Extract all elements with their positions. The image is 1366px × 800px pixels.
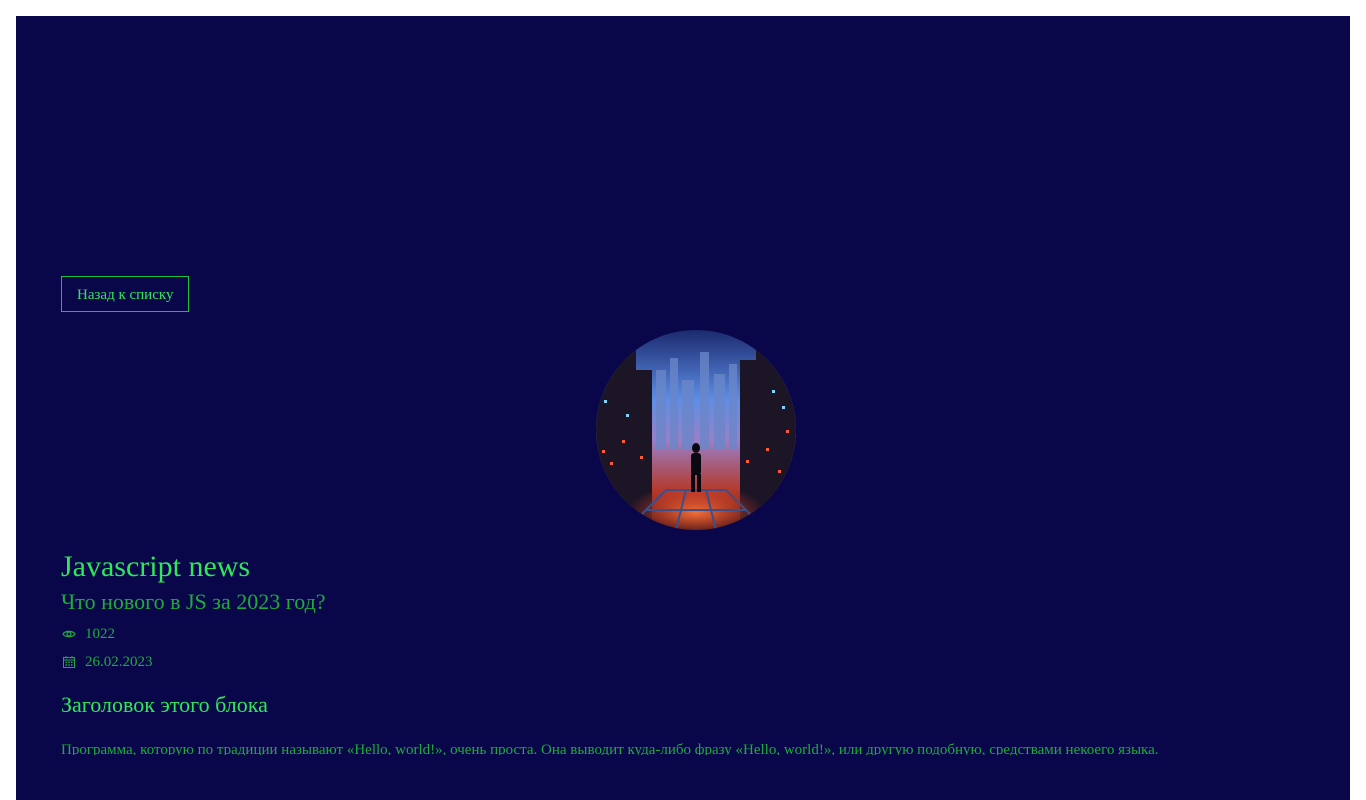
page-container: Назад к списку Javascript news Что новог…	[16, 16, 1350, 800]
calendar-icon	[61, 654, 77, 670]
views-meta: 1022	[61, 625, 115, 643]
block-heading: Заголовок этого блока	[61, 692, 268, 717]
eye-icon	[61, 626, 77, 642]
article-subtitle: Что нового в JS за 2023 год?	[61, 589, 326, 614]
article-image	[596, 330, 796, 530]
article-title: Javascript news	[61, 550, 251, 583]
publish-date: 26.02.2023	[85, 654, 153, 670]
date-meta: 26.02.2023	[61, 653, 153, 671]
views-count: 1022	[85, 626, 115, 642]
back-to-list-button[interactable]: Назад к списку	[61, 276, 190, 312]
article-paragraph: Программа, которую по традиции называют …	[61, 742, 1159, 755]
